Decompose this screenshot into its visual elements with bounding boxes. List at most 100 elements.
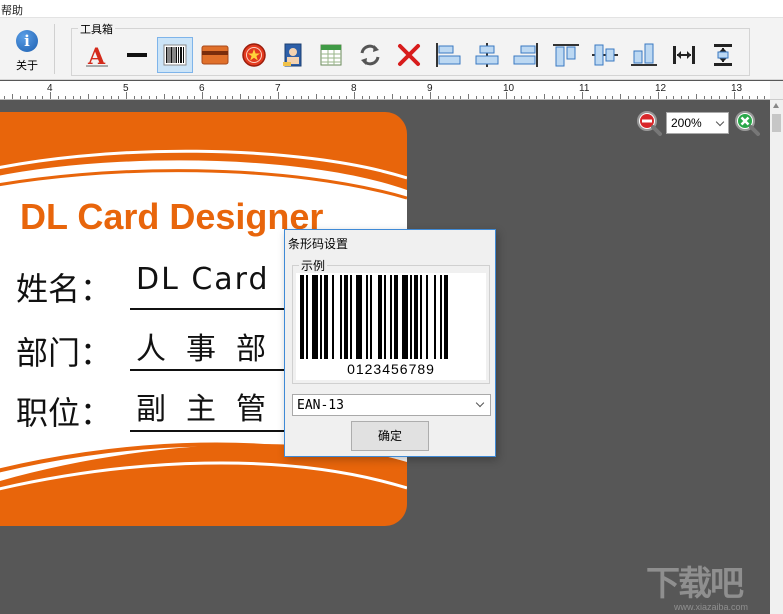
ruler-tick xyxy=(369,96,370,99)
photo-icon xyxy=(283,43,302,67)
card-label-position[interactable]: 职位： xyxy=(16,388,112,434)
ruler-tick xyxy=(696,94,697,99)
scroll-up-arrow-icon[interactable] xyxy=(773,103,779,108)
barcode-settings-dialog: 条形码设置 示例 0123456789 EAN-13 确定 xyxy=(284,229,496,457)
ruler-tick xyxy=(681,96,682,99)
same-width-button[interactable] xyxy=(666,37,702,73)
ruler-tick xyxy=(126,92,127,99)
svg-text:A: A xyxy=(87,44,106,68)
ruler-tick xyxy=(12,94,13,99)
zoom-select[interactable]: 200% xyxy=(666,112,729,134)
table-icon xyxy=(320,44,342,66)
barcode-bar xyxy=(440,275,442,359)
toolbar: i 关于 工具箱 A xyxy=(0,18,783,80)
refresh-tool-button[interactable] xyxy=(352,37,388,73)
barcode-bar xyxy=(444,275,448,359)
ruler-tick xyxy=(483,96,484,99)
line-tool-button[interactable] xyxy=(119,37,155,73)
align-bottom-button[interactable] xyxy=(626,37,662,73)
same-height-button[interactable] xyxy=(705,37,741,73)
align-right-icon xyxy=(513,43,538,67)
barcode-bar xyxy=(306,275,308,359)
barcode-bar xyxy=(434,275,436,359)
delete-tool-button[interactable] xyxy=(391,37,427,73)
ruler-tick xyxy=(103,96,104,99)
barcode-bar xyxy=(312,275,318,359)
align-right-button[interactable] xyxy=(508,37,544,73)
card-label-name[interactable]: 姓名： xyxy=(16,264,112,310)
ruler-tick xyxy=(704,96,705,99)
ruler-label: 12 xyxy=(655,83,667,94)
ruler-tick xyxy=(559,96,560,99)
barcode-bar xyxy=(402,275,408,359)
barcode-bar xyxy=(356,275,362,359)
ruler-tick xyxy=(225,96,226,99)
align-middle-button[interactable] xyxy=(587,37,623,73)
ruler-tick xyxy=(521,96,522,99)
align-left-button[interactable] xyxy=(430,37,466,73)
ruler-tick xyxy=(301,96,302,99)
text-tool-button[interactable]: A xyxy=(79,37,115,73)
photo-tool-button[interactable] xyxy=(275,37,311,73)
sample-group: 示例 0123456789 xyxy=(292,257,490,384)
scroll-thumb[interactable] xyxy=(772,114,781,132)
barcode-icon xyxy=(163,44,187,66)
ruler-tick xyxy=(476,96,477,99)
barcode-bar xyxy=(426,275,428,359)
ruler-tick xyxy=(73,96,74,99)
barcode-tool-button[interactable] xyxy=(157,37,193,73)
ruler-tick xyxy=(255,96,256,99)
ruler-tick xyxy=(643,96,644,99)
toolbar-separator xyxy=(54,24,55,74)
card-title[interactable]: DL Card Designer xyxy=(20,196,323,238)
ruler-tick xyxy=(506,92,507,99)
ruler-tick xyxy=(111,96,112,99)
barcode-bar xyxy=(320,275,322,359)
ruler-tick xyxy=(415,96,416,99)
align-center-button[interactable] xyxy=(469,37,505,73)
card-label-department[interactable]: 部门： xyxy=(16,328,112,374)
ruler-tick xyxy=(734,92,735,99)
ruler-tick xyxy=(666,96,667,99)
barcode-bar xyxy=(420,275,422,359)
ruler-tick xyxy=(316,94,317,99)
ruler-corner xyxy=(770,81,783,100)
ruler-tick xyxy=(400,96,401,99)
ruler-tick xyxy=(757,96,758,99)
ruler-tick xyxy=(308,96,309,99)
barcode-bar xyxy=(378,275,382,359)
rectangle-tool-button[interactable] xyxy=(197,37,233,73)
align-center-icon xyxy=(475,43,499,67)
stamp-icon xyxy=(242,43,266,67)
ruler-tick xyxy=(172,96,173,99)
ruler-tick xyxy=(202,92,203,99)
ruler-tick xyxy=(514,96,515,99)
ruler-tick xyxy=(263,96,264,99)
barcode-bar xyxy=(410,275,412,359)
vertical-scrollbar[interactable] xyxy=(770,100,783,614)
ruler-tick xyxy=(164,94,165,99)
ok-button[interactable]: 确定 xyxy=(351,421,429,451)
ruler-tick xyxy=(179,96,180,99)
same-width-icon xyxy=(673,46,695,64)
ruler-tick xyxy=(590,96,591,99)
ruler-tick xyxy=(650,96,651,99)
barcode-bar xyxy=(332,275,334,359)
zoom-out-icon[interactable] xyxy=(636,110,662,136)
table-tool-button[interactable] xyxy=(313,37,349,73)
barcode-bar xyxy=(300,275,304,359)
ruler-label: 10 xyxy=(503,83,515,94)
barcode-preview: 0123456789 xyxy=(296,273,486,380)
ruler-tick xyxy=(187,96,188,99)
menu-help[interactable]: 帮助 xyxy=(1,2,23,18)
ruler-tick xyxy=(65,96,66,99)
about-button[interactable]: i 关于 xyxy=(8,30,46,76)
stamp-tool-button[interactable] xyxy=(236,37,272,73)
ruler-tick xyxy=(88,94,89,99)
align-top-button[interactable] xyxy=(548,37,584,73)
ruler-tick xyxy=(468,94,469,99)
barcode-type-select[interactable]: EAN-13 xyxy=(292,394,491,416)
zoom-in-icon[interactable] xyxy=(734,110,760,136)
ruler-tick xyxy=(58,96,59,99)
chevron-down-icon xyxy=(715,117,725,127)
